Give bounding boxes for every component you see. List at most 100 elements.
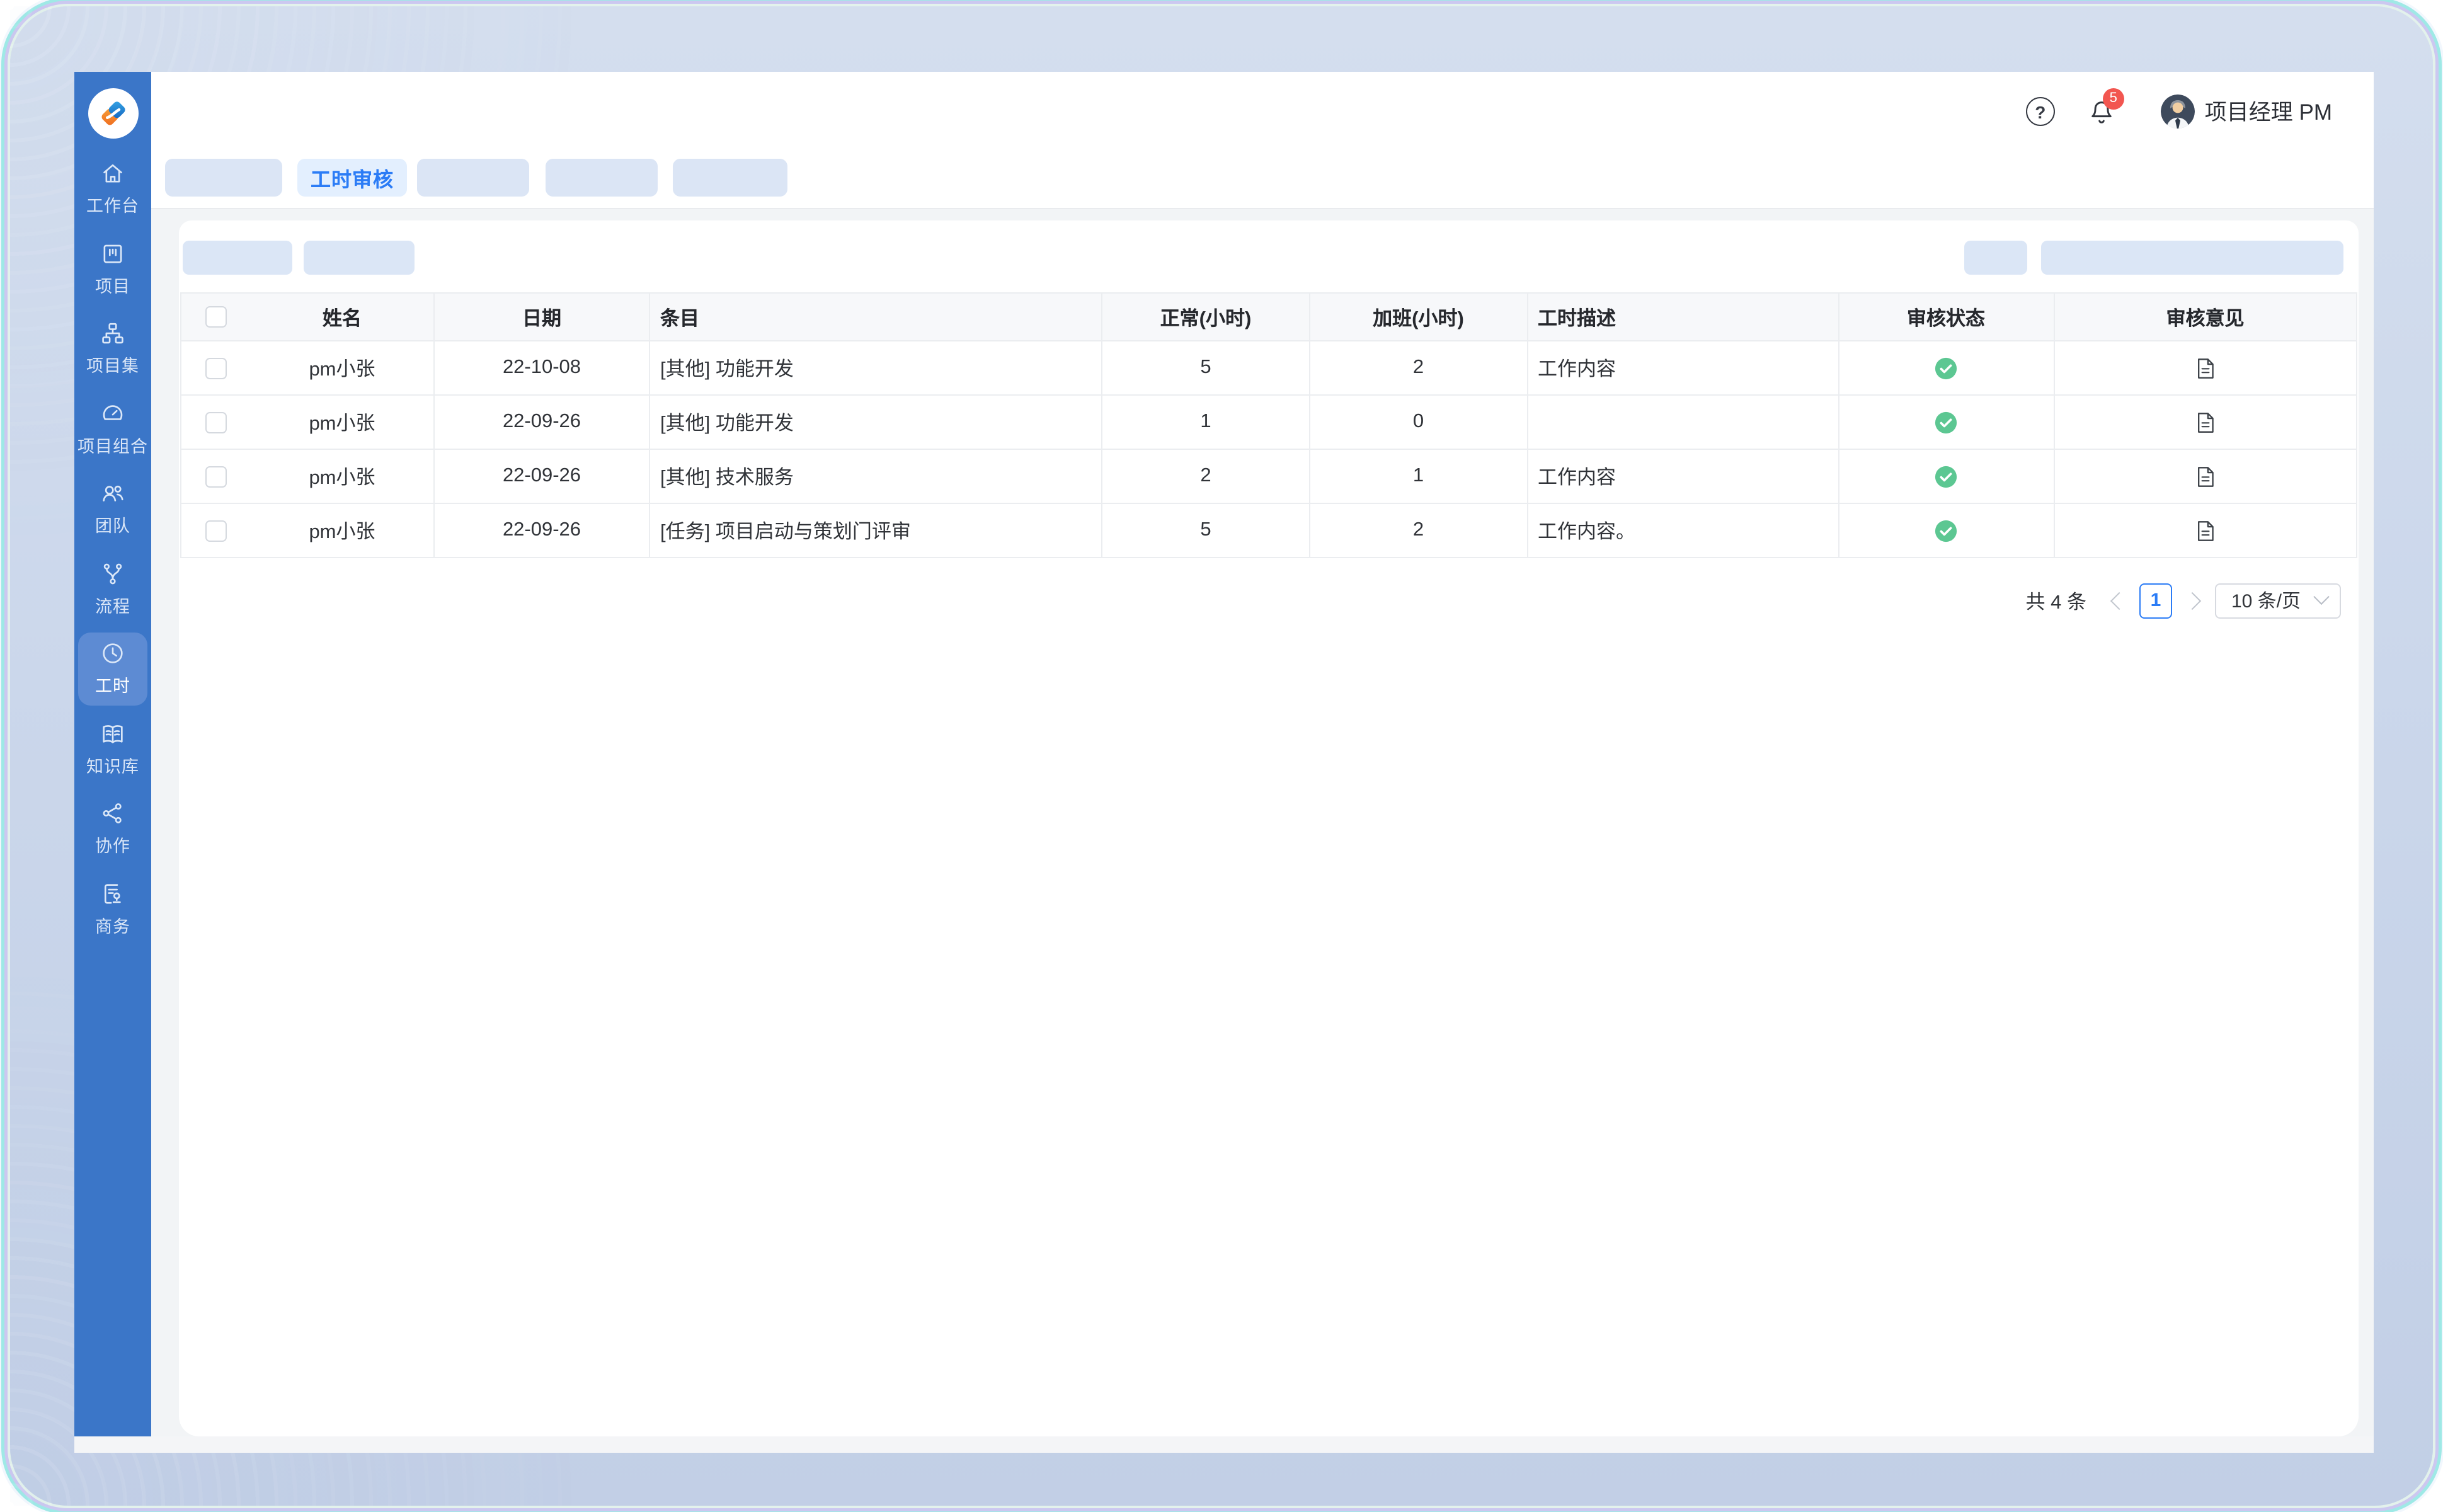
table-header-row: 姓名日期条目正常(小时)加班(小时)工时描述审核状态审核意见 [180, 292, 2357, 341]
cell-date: 22-10-08 [435, 341, 650, 396]
status-approved [1934, 356, 1958, 380]
sidebar-item-label: 项目集 [86, 352, 139, 377]
team-icon [100, 481, 126, 507]
view-comment-button[interactable] [2195, 518, 2216, 542]
prev-page-button[interactable] [2110, 592, 2128, 609]
logo-icon [94, 94, 132, 132]
cell-date: 22-09-26 [435, 450, 650, 504]
cell-overtime-hours: 2 [1310, 341, 1528, 396]
help-icon[interactable]: ? [2026, 97, 2055, 126]
doc-seal-icon [100, 881, 126, 907]
comment-doc-icon [2195, 410, 2216, 434]
filter-placeholder-1[interactable] [183, 241, 292, 275]
sidebar-item-label: 项目 [95, 272, 130, 297]
cell-name: pm小张 [251, 396, 435, 450]
table-row-1[interactable]: pm小张22-10-08[其他] 功能开发52工作内容 [180, 341, 2357, 396]
column-header: 正常(小时) [1102, 292, 1310, 341]
review-comment-cell [2054, 396, 2357, 450]
approved-check-icon [1934, 518, 1958, 542]
sidebar-item-flow[interactable]: 流程 [74, 549, 151, 629]
sidebar-item-team[interactable]: 团队 [74, 469, 151, 549]
tab-tab-1[interactable] [165, 159, 282, 197]
sidebar-item-label: 知识库 [86, 752, 139, 777]
comment-doc-icon [2195, 356, 2216, 380]
sidebar-item-knowledge[interactable]: 知识库 [74, 709, 151, 789]
view-comment-button[interactable] [2195, 356, 2216, 380]
page-size-select[interactable]: 10 条/页 [2215, 583, 2341, 618]
cell-overtime-hours: 2 [1310, 504, 1528, 558]
branch-icon [100, 561, 126, 587]
screen: 工作台项目项目集项目组合团队流程工时知识库协作商务 ? 5 [0, 0, 2443, 1512]
user-name[interactable]: 项目经理 PM [2205, 96, 2332, 127]
review-status-cell [1839, 504, 2054, 558]
row-checkbox[interactable] [205, 520, 227, 541]
cell-normal-hours: 5 [1102, 504, 1310, 558]
tab-tab-4[interactable] [546, 159, 658, 197]
cell-name: pm小张 [251, 504, 435, 558]
review-status-cell [1839, 396, 2054, 450]
next-page-button[interactable] [2183, 592, 2201, 609]
filter-placeholder-2[interactable] [304, 241, 415, 275]
view-comment-button[interactable] [2195, 464, 2216, 488]
sidebar-item-business[interactable]: 商务 [74, 869, 151, 949]
avatar[interactable] [2161, 94, 2195, 129]
comment-doc-icon [2195, 464, 2216, 488]
row-checkbox[interactable] [205, 466, 227, 487]
content-area: 姓名日期条目正常(小时)加班(小时)工时描述审核状态审核意见pm小张22-10-… [151, 209, 2374, 1436]
tab-tab-5[interactable] [673, 159, 787, 197]
sidebar-item-label: 项目组合 [77, 432, 148, 457]
column-header: 工时描述 [1528, 292, 1839, 341]
review-status-cell [1839, 341, 2054, 396]
view-comment-button[interactable] [2195, 410, 2216, 434]
row-select-cell [180, 341, 251, 396]
content-card: 姓名日期条目正常(小时)加班(小时)工时描述审核状态审核意见pm小张22-10-… [179, 220, 2359, 1436]
tab-bar: 工时审核 [151, 151, 2374, 209]
cell-overtime-hours: 0 [1310, 396, 1528, 450]
approved-check-icon [1934, 356, 1958, 380]
cell-date: 22-09-26 [435, 504, 650, 558]
column-header: 加班(小时) [1310, 292, 1528, 341]
page-size-value: 10 条/页 [2216, 587, 2316, 614]
sidebar-item-hours[interactable]: 工时 [74, 629, 151, 709]
row-select-cell [180, 396, 251, 450]
row-select-cell [180, 450, 251, 504]
sidebar-item-workbench[interactable]: 工作台 [74, 149, 151, 229]
current-page-button[interactable]: 1 [2139, 583, 2172, 618]
table-row-3[interactable]: pm小张22-09-26[其他] 技术服务21工作内容 [180, 450, 2357, 504]
cell-item: [其他] 技术服务 [650, 450, 1102, 504]
gauge-icon [100, 401, 126, 427]
sidebar: 工作台项目项目集项目组合团队流程工时知识库协作商务 [74, 72, 151, 1436]
tab-tab-3[interactable] [417, 159, 529, 197]
sidebar-item-program[interactable]: 项目集 [74, 309, 151, 389]
sidebar-item-project[interactable]: 项目 [74, 229, 151, 309]
cell-overtime-hours: 1 [1310, 450, 1528, 504]
row-checkbox[interactable] [205, 411, 227, 433]
select-all-checkbox[interactable] [205, 306, 227, 328]
search-placeholder[interactable] [2041, 241, 2343, 275]
home-icon [100, 161, 126, 187]
notifications-button[interactable]: 5 [2088, 96, 2115, 127]
sidebar-item-portfolio[interactable]: 项目组合 [74, 389, 151, 469]
avatar-image [2161, 94, 2195, 129]
status-approved [1934, 518, 1958, 542]
select-all-cell [180, 292, 251, 341]
approved-check-icon [1934, 464, 1958, 488]
board-icon [100, 241, 126, 267]
chevron-down-icon [2313, 589, 2329, 605]
sidebar-item-label: 团队 [95, 512, 130, 537]
cell-description: 工作内容 [1528, 450, 1839, 504]
cell-date: 22-09-26 [435, 396, 650, 450]
row-checkbox[interactable] [205, 357, 227, 379]
review-comment-cell [2054, 504, 2357, 558]
tab-timesheet-review[interactable]: 工时审核 [297, 159, 407, 197]
table-row-4[interactable]: pm小张22-09-26[任务] 项目启动与策划门评审52工作内容。 [180, 504, 2357, 558]
app-logo[interactable] [88, 88, 138, 139]
table-row-2[interactable]: pm小张22-09-26[其他] 功能开发10 [180, 396, 2357, 450]
cell-normal-hours: 5 [1102, 341, 1310, 396]
action-placeholder[interactable] [1964, 241, 2027, 275]
cell-description: 工作内容。 [1528, 504, 1839, 558]
timesheet-table: 姓名日期条目正常(小时)加班(小时)工时描述审核状态审核意见pm小张22-10-… [180, 292, 2357, 558]
column-header: 姓名 [251, 292, 435, 341]
program-icon [100, 321, 126, 347]
sidebar-item-collab[interactable]: 协作 [74, 789, 151, 869]
